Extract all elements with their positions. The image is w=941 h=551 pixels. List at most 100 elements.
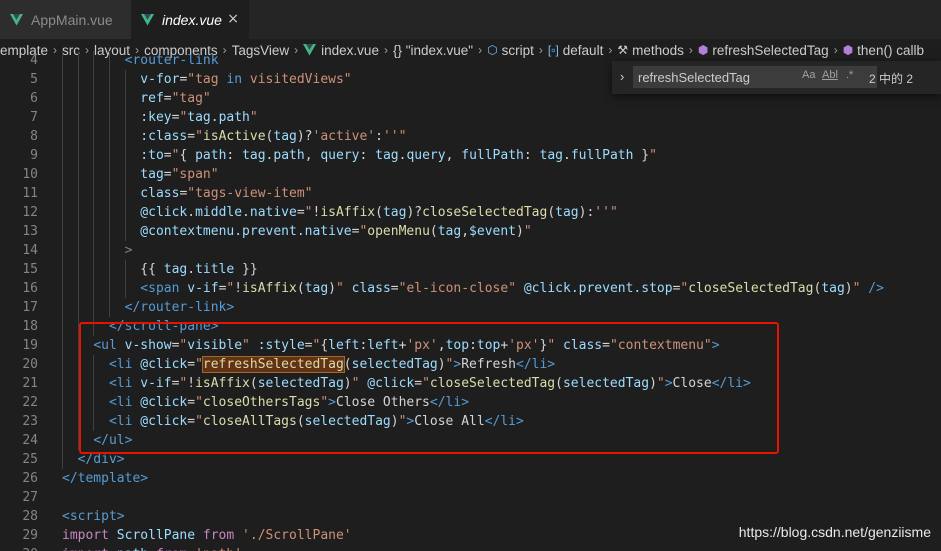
code-editor[interactable]: 4 <router-link 5 v-for="tag in visitedViews…: [0, 51, 941, 551]
code-token: }: [633, 148, 650, 163]
match-case-icon[interactable]: Aa: [802, 69, 815, 81]
line-number: 13: [22, 224, 38, 239]
indent-guide: [108, 203, 110, 222]
code-line: 26 </template>: [0, 469, 941, 488]
indent-guide: [77, 51, 79, 70]
line-number: 17: [22, 300, 38, 315]
code-text: :class="isActive(tag)?'active':''": [140, 127, 406, 146]
find-query: refreshSelectedTag: [638, 70, 751, 85]
code-line: 13 @contextmenu.prevent.native="openMenu(…: [0, 222, 941, 241]
code-line: 11 class="tags-view-item": [0, 184, 941, 203]
code-token: ): [844, 281, 853, 296]
code-token: tag: [140, 167, 164, 182]
indent-guide: [62, 241, 63, 260]
code-token: ,: [304, 148, 321, 163]
code-line: 9:to="{ path: tag.path, query: tag.query…: [0, 146, 941, 165]
indent-guide: [62, 374, 63, 393]
line-number: 24: [22, 433, 38, 448]
code-token: class: [351, 281, 391, 296]
line-number: 6: [30, 91, 38, 106]
code-token: tag: [375, 148, 399, 163]
indent-guide: [62, 431, 63, 450]
find-widget: › refreshSelectedTag Aa Abl .* 2 中的 2: [612, 61, 941, 94]
code-token: isAffix: [320, 205, 376, 220]
code-token: ": [649, 148, 657, 163]
indent-guide: [124, 146, 126, 165]
indent-guide: [108, 108, 110, 127]
code-text: @contextmenu.prevent.native="openMenu(ta…: [140, 222, 531, 241]
code-token: ": [398, 129, 407, 144]
code-token: {{: [140, 262, 164, 277]
close-tab-icon[interactable]: ×: [227, 11, 239, 27]
line-number: 19: [22, 338, 38, 353]
code-text: import path from 'path': [62, 545, 242, 551]
indent-guide: [77, 241, 79, 260]
indent-guide: [124, 184, 126, 203]
line-number: 8: [30, 129, 38, 144]
indent-guide: [124, 165, 126, 184]
indent-guide: [108, 222, 110, 241]
tab-index-vue[interactable]: index.vue ×: [131, 0, 249, 39]
code-token: tag: [821, 281, 845, 296]
code-token: class: [140, 186, 180, 201]
code-token: closeSelectedTag: [422, 205, 548, 220]
indent-guide: [62, 336, 63, 355]
indent-guide: [62, 146, 63, 165]
tab-appmain[interactable]: AppMain.vue: [0, 0, 131, 39]
code-token: ": [609, 205, 618, 220]
indent-guide: [62, 70, 63, 89]
indent-guide: [124, 222, 126, 241]
line-number: 16: [22, 281, 38, 296]
editor-tab-bar: AppMain.vue index.vue ×: [0, 0, 941, 39]
code-line: 14 >: [0, 241, 941, 260]
code-token: closeSelectedTag: [688, 281, 814, 296]
code-text: ref="tag": [140, 89, 210, 108]
code-token: =: [187, 129, 196, 144]
regex-icon[interactable]: .*: [846, 69, 853, 81]
watermark-text: https://blog.csdn.net/genziisme: [738, 524, 931, 540]
code-token: "el-icon-close": [398, 281, 517, 296]
code-text: class="tags-view-item": [140, 184, 312, 203]
indent-guide: [93, 89, 95, 108]
code-token: ": [304, 205, 313, 220]
code-token: (: [429, 224, 438, 239]
code-token: tag: [555, 205, 579, 220]
line-number: 15: [22, 262, 38, 277]
code-token: }}: [234, 262, 258, 277]
code-token: import: [62, 547, 109, 551]
code-text: v-for="tag in visitedViews": [140, 70, 351, 89]
code-token: @contextmenu.prevent.native: [140, 224, 352, 239]
code-token: </div>: [77, 452, 125, 467]
find-input[interactable]: refreshSelectedTag: [633, 66, 877, 88]
code-token: $event: [469, 224, 517, 239]
whole-word-icon[interactable]: Abl: [822, 69, 838, 81]
indent-guide: [93, 222, 95, 241]
code-token: '': [594, 205, 610, 220]
code-token: ):: [578, 205, 595, 220]
chevron-right-icon[interactable]: ›: [620, 69, 624, 84]
code-token: (: [296, 281, 305, 296]
code-token: path: [218, 110, 250, 125]
indent-guide: [62, 51, 63, 70]
code-token: visitedViews": [242, 72, 352, 87]
code-token: @click.prevent.stop: [523, 281, 673, 296]
code-token: './ScrollPane': [242, 528, 352, 543]
code-token: :: [375, 129, 383, 144]
code-token: =: [163, 148, 172, 163]
line-number: 21: [22, 376, 38, 391]
indent-guide: [124, 70, 126, 89]
code-token: fullPath: [461, 148, 524, 163]
indent-guide: [77, 260, 79, 279]
code-token: tag: [273, 129, 297, 144]
code-token: "tags-view-item": [187, 186, 313, 201]
indent-guide: [93, 70, 95, 89]
line-number: 14: [22, 243, 38, 258]
indent-guide: [62, 412, 63, 431]
code-line: 17 </router-link>: [0, 298, 941, 317]
indent-guide: [93, 51, 95, 70]
line-number: 20: [22, 357, 38, 372]
code-token: </router-link>: [124, 300, 235, 315]
code-text: import ScrollPane from './ScrollPane': [62, 526, 352, 545]
